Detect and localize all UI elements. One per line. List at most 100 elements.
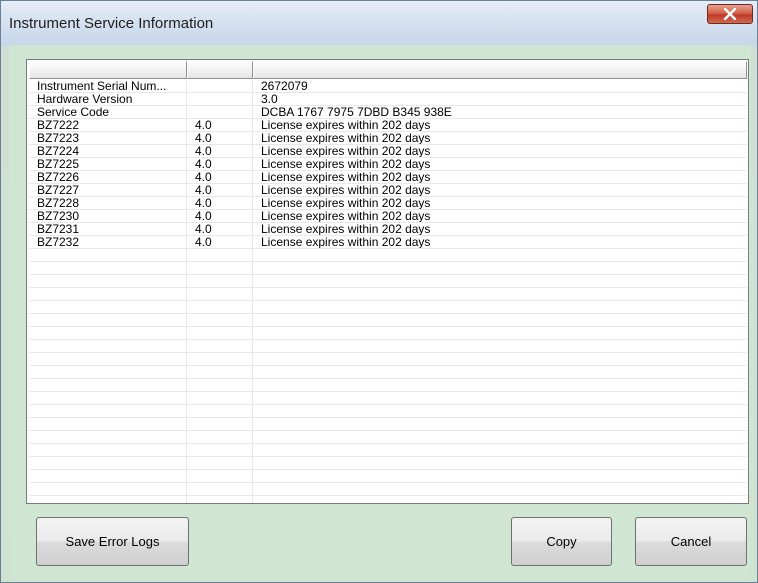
list-header (29, 61, 747, 79)
table-row[interactable] (29, 444, 747, 457)
cell-value: 2672079 (261, 80, 308, 92)
table-row[interactable]: BZ7227 4.0 License expires within 202 days (29, 184, 747, 197)
table-row[interactable]: BZ7231 4.0 License expires within 202 days (29, 223, 747, 236)
cell-value (253, 483, 747, 495)
table-row[interactable] (29, 379, 747, 392)
cell-name (29, 353, 187, 365)
cell-value: License expires within 202 days (261, 119, 431, 131)
cell-name (29, 301, 187, 313)
cell-name (29, 496, 187, 503)
cell-version: 4.0 (187, 236, 253, 248)
table-row[interactable]: Instrument Serial Num... 2672079 (29, 80, 747, 93)
table-row[interactable]: BZ7230 4.0 License expires within 202 days (29, 210, 747, 223)
table-row[interactable] (29, 314, 747, 327)
column-header-name[interactable] (29, 61, 187, 79)
cell-name: BZ7226 (29, 171, 187, 183)
table-row[interactable] (29, 470, 747, 483)
cell-version (187, 262, 253, 274)
cell-name (29, 379, 187, 391)
cell-name: BZ7224 (29, 145, 187, 157)
table-row[interactable]: Hardware Version 3.0 (29, 93, 747, 106)
table-row[interactable] (29, 457, 747, 470)
cell-name (29, 366, 187, 378)
cell-value: DCBA 1767 7975 7DBD B345 938E (261, 106, 452, 118)
table-row[interactable] (29, 431, 747, 444)
table-row[interactable] (29, 275, 747, 288)
cell-version (187, 301, 253, 313)
cell-value (253, 418, 747, 430)
cell-value (253, 340, 747, 352)
cell-version (187, 327, 253, 339)
cell-version (187, 470, 253, 482)
cell-version (187, 93, 253, 105)
cell-value: License expires within 202 days (261, 171, 431, 183)
table-row[interactable] (29, 353, 747, 366)
table-row[interactable]: BZ7226 4.0 License expires within 202 days (29, 171, 747, 184)
title-bar[interactable]: Instrument Service Information (1, 1, 757, 45)
table-row[interactable] (29, 405, 747, 418)
cell-value (253, 431, 747, 443)
cell-value: License expires within 202 days (261, 210, 431, 222)
list-rows: Instrument Serial Num... 2672079 Hardware … (29, 80, 747, 503)
cell-version (187, 444, 253, 456)
cell-name (29, 444, 187, 456)
copy-button[interactable]: Copy (511, 517, 612, 566)
cell-name (29, 262, 187, 274)
cell-value (253, 288, 747, 300)
table-row[interactable] (29, 496, 747, 503)
close-button[interactable] (707, 4, 753, 24)
cell-name: BZ7228 (29, 197, 187, 209)
cell-value: License expires within 202 days (261, 145, 431, 157)
cell-version (187, 392, 253, 404)
table-row[interactable]: Service Code DCBA 1767 7975 7DBD B345 938… (29, 106, 747, 119)
cell-version (187, 405, 253, 417)
cell-name (29, 405, 187, 417)
cell-name (29, 470, 187, 482)
save-error-logs-button[interactable]: Save Error Logs (36, 517, 189, 566)
cell-value (253, 366, 747, 378)
cell-value (253, 392, 747, 404)
cell-name: BZ7222 (29, 119, 187, 131)
cell-version: 4.0 (187, 171, 253, 183)
cell-name: BZ7223 (29, 132, 187, 144)
column-header-version[interactable] (187, 61, 253, 79)
cell-value: License expires within 202 days (261, 197, 431, 209)
cell-value: 3.0 (261, 93, 278, 105)
table-row[interactable] (29, 483, 747, 496)
cell-value (253, 275, 747, 287)
cell-version (187, 275, 253, 287)
cell-value (253, 444, 747, 456)
table-row[interactable]: BZ7228 4.0 License expires within 202 days (29, 197, 747, 210)
table-row[interactable] (29, 340, 747, 353)
cell-version: 4.0 (187, 158, 253, 170)
table-row[interactable]: BZ7222 4.0 License expires within 202 days (29, 119, 747, 132)
table-row[interactable]: BZ7223 4.0 License expires within 202 days (29, 132, 747, 145)
cell-name (29, 483, 187, 495)
cell-version: 4.0 (187, 132, 253, 144)
table-row[interactable] (29, 418, 747, 431)
cell-name: BZ7225 (29, 158, 187, 170)
cancel-button[interactable]: Cancel (635, 517, 747, 566)
table-row[interactable]: BZ7232 4.0 License expires within 202 days (29, 236, 747, 249)
table-row[interactable] (29, 327, 747, 340)
cell-name: Hardware Version (29, 93, 187, 105)
cell-version (187, 314, 253, 326)
table-row[interactable]: BZ7225 4.0 License expires within 202 days (29, 158, 747, 171)
table-row[interactable] (29, 249, 747, 262)
cell-name: BZ7227 (29, 184, 187, 196)
cell-name (29, 418, 187, 430)
column-header-value[interactable] (253, 61, 747, 79)
table-row[interactable] (29, 288, 747, 301)
close-icon (723, 8, 737, 20)
table-row[interactable] (29, 301, 747, 314)
table-row[interactable] (29, 262, 747, 275)
service-info-list[interactable]: Instrument Serial Num... 2672079 Hardware … (26, 59, 749, 504)
cell-name (29, 288, 187, 300)
cell-value (253, 496, 747, 503)
table-row[interactable]: BZ7224 4.0 License expires within 202 days (29, 145, 747, 158)
cell-name (29, 327, 187, 339)
cell-version: 4.0 (187, 145, 253, 157)
cell-value (253, 457, 747, 469)
table-row[interactable] (29, 392, 747, 405)
table-row[interactable] (29, 366, 747, 379)
